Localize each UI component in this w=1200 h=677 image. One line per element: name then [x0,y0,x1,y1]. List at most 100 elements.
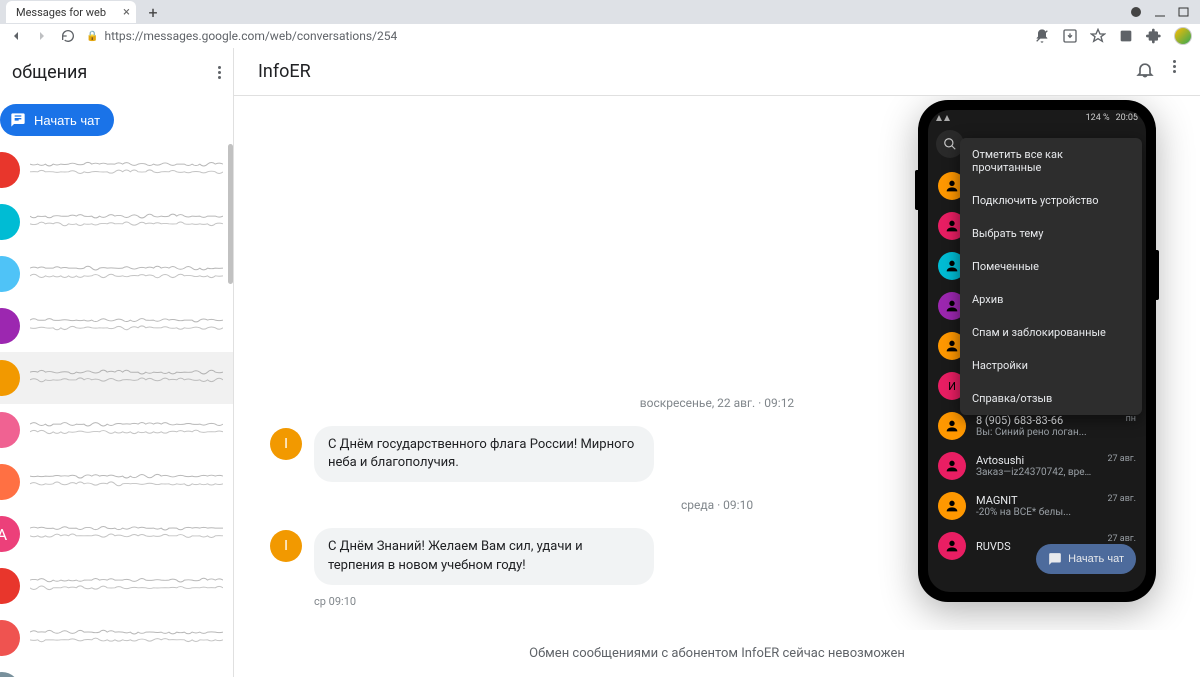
ext1-icon[interactable] [1118,28,1134,44]
browser-chrome: Messages for web × + 🔒 https://messages.… [0,0,1200,48]
lock-icon: 🔒 [86,31,98,42]
conversation-item[interactable] [0,560,233,612]
phone-mockup: 124 % 20:05 Отметить все как прочитанные… [918,100,1156,602]
phone-conv-preview: Заказ—iz24370742, время д... [976,467,1097,478]
phone-menu-item[interactable]: Спам и заблокированные [960,316,1142,349]
tab-title: Messages for web [16,6,106,19]
phone-menu-item[interactable]: Помеченные [960,250,1142,283]
conversation-avatar [0,152,20,188]
conversation-item[interactable] [0,352,233,404]
tab-bar: Messages for web × + [0,0,1200,24]
conversation-avatar: A [0,516,20,552]
phone-status-bar: 124 % 20:05 [928,110,1146,126]
conversation-item[interactable] [0,144,233,196]
conversation-item[interactable] [0,196,233,248]
phone-menu-item[interactable]: Настройки [960,349,1142,382]
conversation-item[interactable] [0,404,233,456]
conversation-preview [30,308,223,338]
conversation-item[interactable] [0,248,233,300]
phone-conv-time: 27 авг. [1107,494,1136,504]
conversation-avatar [0,620,20,656]
start-chat-label: Начать чат [34,113,100,128]
battery-text: 124 % [1086,113,1110,123]
message-row: I С Днём государственного флага России! … [270,426,810,482]
conversation-avatar [0,360,20,396]
phone-menu-item[interactable]: Отметить все как прочитанные [960,138,1142,184]
conversation-avatar [0,204,20,240]
conversation-item[interactable] [0,612,233,664]
conversation-item[interactable] [0,300,233,352]
phone-menu-item[interactable]: Архив [960,283,1142,316]
sidebar-menu-button[interactable] [218,66,221,79]
phone-conversation-avatar [938,532,966,560]
minimize-icon[interactable] [1154,6,1166,18]
chat-menu-button[interactable] [1173,60,1176,84]
phone-conversation-item[interactable]: MAGNIT -20% на ВСЕ* белы... 27 авг. [928,486,1146,526]
message-avatar: I [270,530,302,562]
sidebar-title: общения [12,62,87,83]
phone-context-menu: Отметить все как прочитанныеПодключить у… [960,138,1142,415]
back-button[interactable] [8,28,24,44]
conversation-item[interactable] [0,456,233,508]
bell-icon[interactable] [1135,60,1155,84]
tab-close-icon[interactable]: × [123,5,130,20]
conversation-item[interactable] [0,664,233,677]
notification-icon[interactable] [1034,28,1050,44]
phone-conversation-avatar [938,412,966,440]
scrollbar-thumb[interactable] [228,144,233,284]
phone-conversation-item[interactable]: Avtosushi Заказ—iz24370742, время д... 2… [928,446,1146,486]
chat-header: InfoER [234,48,1200,96]
conversation-avatar [0,412,20,448]
conversation-avatar [0,568,20,604]
conversation-preview [30,360,223,390]
phone-menu-item[interactable]: Справка/отзыв [960,382,1142,415]
extensions-icon[interactable] [1146,28,1162,44]
conversation-avatar [0,464,20,500]
time-text: 20:05 [1116,113,1138,123]
phone-start-chat-button[interactable]: Начать чат [1036,544,1136,574]
conversation-avatar [0,308,20,344]
phone-conv-name: Avtosushi [976,454,1097,467]
start-chat-button[interactable]: Начать чат [0,104,114,136]
browser-toolbar: 🔒 https://messages.google.com/web/conver… [0,24,1200,48]
address-bar[interactable]: 🔒 https://messages.google.com/web/conver… [86,29,397,43]
message-bubble: С Днём государственного флага России! Ми… [314,426,654,482]
conversation-item[interactable]: A [0,508,233,560]
chat-body[interactable]: воскресенье, 22 авг. · 09:12 I С Днём го… [234,96,1200,630]
install-icon[interactable] [1062,28,1078,44]
phone-menu-item[interactable]: Выбрать тему [960,217,1142,250]
conversation-preview [30,256,223,286]
message-bubble: С Днём Знаний! Желаем Вам сил, удачи и т… [314,528,654,584]
phone-menu-item[interactable]: Подключить устройство [960,184,1142,217]
message-row: I С Днём Знаний! Желаем Вам сил, удачи и… [270,528,810,584]
profile-avatar[interactable] [1174,27,1192,45]
phone-fab-label: Начать чат [1068,553,1124,565]
sidebar: общения Начать чат A [0,48,234,677]
phone-conv-name: 8 (905) 683-83-66 [976,414,1116,427]
conversation-avatar [0,672,20,677]
phone-conv-preview: Вы: Синий рено логан... [976,427,1116,438]
chrome-account-icon[interactable] [1130,6,1142,18]
conversation-list[interactable]: A [0,144,233,677]
forward-button[interactable] [34,28,50,44]
conversation-preview [30,672,223,677]
maximize-icon[interactable] [1178,6,1190,18]
browser-tab[interactable]: Messages for web × [6,1,136,23]
star-icon[interactable] [1090,28,1106,44]
reload-button[interactable] [60,28,76,44]
message-avatar: I [270,428,302,460]
phone-conversation-avatar [938,452,966,480]
conversation-preview [30,204,223,234]
phone-conv-time: 27 авг. [1107,454,1136,464]
conversation-preview [30,464,223,494]
url-text: https://messages.google.com/web/conversa… [104,29,397,43]
conversation-preview [30,152,223,182]
phone-conv-time: 27 авг. [1107,534,1136,544]
conversation-preview [30,620,223,650]
footer-warning: Обмен сообщениями с абонентом InfoER сей… [234,630,1200,677]
conversation-avatar [0,256,20,292]
conversation-preview [30,568,223,598]
new-tab-button[interactable]: + [144,3,162,21]
conversation-preview [30,412,223,442]
phone-conversation-avatar [938,492,966,520]
